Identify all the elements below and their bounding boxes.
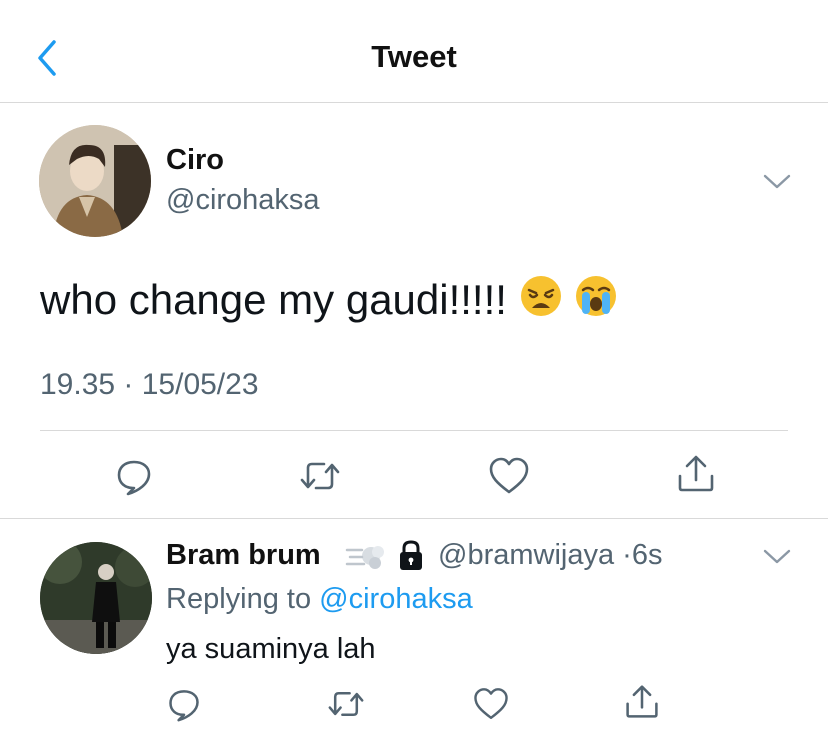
section-divider <box>0 518 828 519</box>
reply-avatar-image <box>40 542 152 654</box>
replying-mention-link[interactable]: @cirohaksa <box>319 583 473 615</box>
comment-icon <box>117 460 151 496</box>
reply-meta: @bramwijaya ·6s <box>438 539 662 572</box>
reply-like-button[interactable] <box>472 686 510 727</box>
meta-separator: · <box>622 539 632 571</box>
reply-share-button[interactable] <box>624 684 660 725</box>
lock-icon <box>400 540 422 570</box>
author-avatar[interactable] <box>39 125 151 237</box>
tweet-text: who change my gaudi!!!!! <box>40 274 618 324</box>
replying-prefix: Replying to <box>166 583 312 615</box>
heart-icon <box>474 688 508 720</box>
retweet-button[interactable] <box>298 456 342 501</box>
like-button[interactable] <box>487 456 531 501</box>
reply-age: 6s <box>631 539 663 571</box>
reply-reply-button[interactable] <box>166 686 202 727</box>
share-icon <box>626 685 658 718</box>
divider <box>40 430 788 431</box>
author-name[interactable]: Ciro <box>166 144 224 177</box>
retweet-icon <box>328 691 364 717</box>
retweet-icon <box>300 462 340 490</box>
heart-icon <box>489 457 529 494</box>
page-title: Tweet <box>371 39 457 74</box>
tweet-body: who change my gaudi!!!!! <box>40 276 507 323</box>
comment-icon <box>169 690 199 722</box>
top-bar: Tweet <box>0 0 828 103</box>
tweet-timestamp: 19.35 · 15/05/23 <box>40 368 259 401</box>
avatar-image <box>39 125 151 237</box>
chevron-down-icon <box>763 174 791 189</box>
reply-more-options-button[interactable] <box>762 547 792 567</box>
reply-author-avatar[interactable] <box>40 542 152 654</box>
reply-author-name[interactable]: Bram brum <box>166 539 321 572</box>
dash-emoji <box>345 546 384 569</box>
replying-to: Replying to @cirohaksa <box>166 583 473 616</box>
reply-author-handle[interactable]: @bramwijaya <box>438 539 614 571</box>
share-icon <box>678 455 714 492</box>
reply-button[interactable] <box>114 456 154 501</box>
share-button[interactable] <box>676 454 716 499</box>
author-handle[interactable]: @cirohaksa <box>166 184 320 217</box>
weary-face-emoji <box>520 276 561 316</box>
more-options-button[interactable] <box>762 172 792 192</box>
loudly-crying-face-emoji <box>576 276 617 316</box>
reply-retweet-button[interactable] <box>326 686 366 727</box>
chevron-down-icon <box>763 549 791 564</box>
reply-text: ya suaminya lah <box>166 633 376 665</box>
